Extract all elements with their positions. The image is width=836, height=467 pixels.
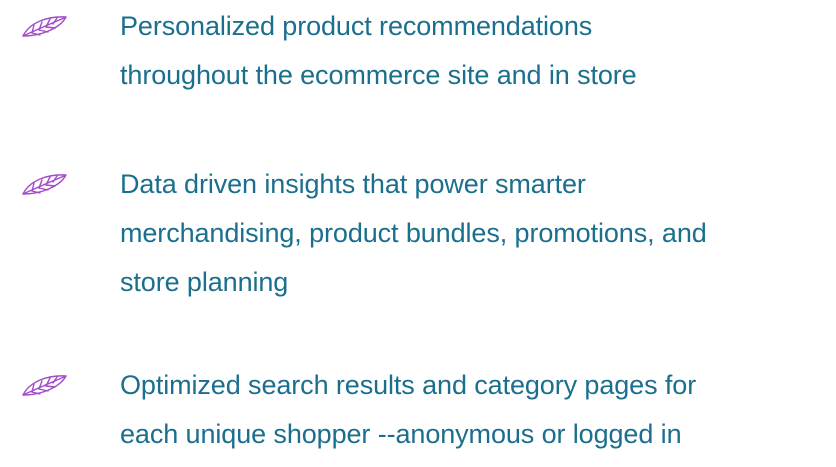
leaf-icon [20,172,68,196]
feature-text-line: Data driven insights that power smarter [120,169,586,199]
feature-text-line: merchandising, product bundles, promotio… [120,218,707,248]
feature-text: Data driven insights that power smarter … [120,160,836,307]
feature-text-line: store planning [120,267,289,297]
feature-text-line: Optimized search results and category pa… [120,370,697,400]
leaf-icon [20,373,68,397]
feature-text-line: throughout the ecommerce site and in sto… [120,60,637,90]
feature-text-line: Personalized product recommendations [120,11,593,41]
leaf-icon [20,14,68,38]
feature-text-line: each unique shopper --anonymous or logge… [120,419,682,449]
feature-list: Personalized product recommendations thr… [0,0,836,467]
feature-text: Personalized product recommendations thr… [120,2,836,100]
feature-text: Optimized search results and category pa… [120,361,836,459]
